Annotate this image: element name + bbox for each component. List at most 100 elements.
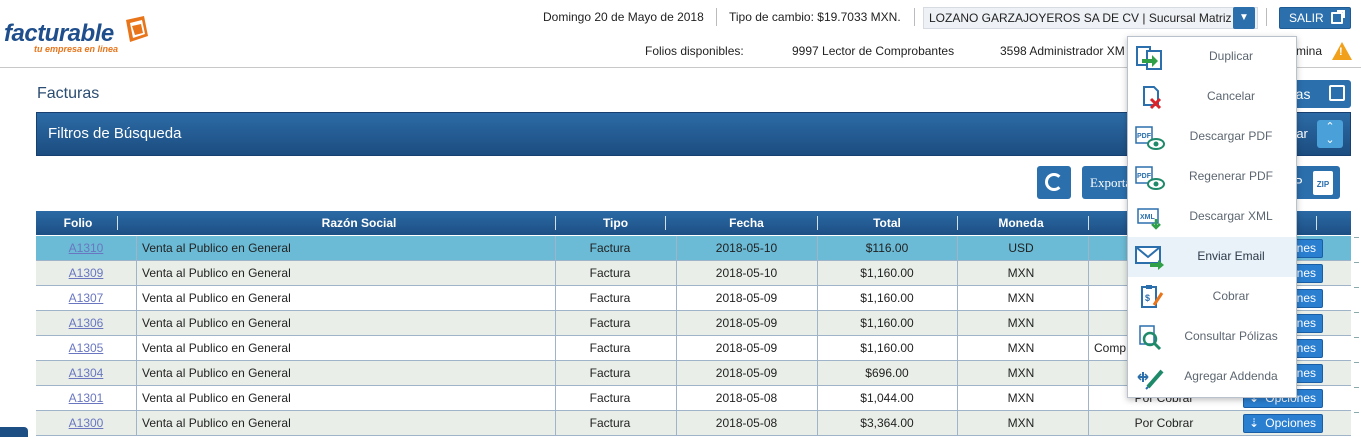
logo-tagline: tu empresa en linea: [34, 44, 119, 54]
nomina-folios-count: mina: [1296, 44, 1323, 58]
cell-fecha: 2018-05-08: [715, 416, 778, 430]
cell-fecha: 2018-05-09: [715, 366, 778, 380]
column-header-folio[interactable]: Folio: [36, 211, 120, 235]
column-divider: [555, 386, 556, 410]
folio-link[interactable]: A1310: [69, 241, 104, 255]
bottom-corner-tab[interactable]: [0, 427, 28, 437]
column-divider: [817, 261, 818, 285]
cell-total: $696.00: [865, 366, 909, 380]
chevron-up-down-icon: ⌃ ⌄: [1325, 121, 1335, 146]
cell-total: $1,160.00: [860, 291, 914, 305]
table-row[interactable]: A1300 Venta al Publico en General Factura 2…: [36, 411, 1351, 436]
column-divider: [1088, 311, 1089, 335]
row-options-menu: Duplicar Cancelar PDF Descargar PDF PDF …: [1127, 36, 1297, 398]
column-divider: [817, 311, 818, 335]
column-divider: [817, 411, 818, 435]
svg-text:$: $: [1145, 293, 1150, 303]
cell-fecha: 2018-05-09: [715, 316, 778, 330]
logo[interactable]: facturable tu empresa en linea: [4, 14, 154, 58]
cell-total: $1,044.00: [860, 391, 914, 405]
column-divider: [957, 236, 958, 260]
header-divider: [1266, 8, 1267, 26]
cell-total: $1,160.00: [860, 316, 914, 330]
caret-down-icon: ▼: [1239, 12, 1249, 23]
cell-folio: A1306: [36, 311, 136, 335]
folio-link[interactable]: A1306: [69, 316, 104, 330]
filters-toggle-button[interactable]: ⌃ ⌄: [1317, 120, 1343, 148]
column-divider: [1316, 216, 1317, 230]
menu-item-regenerar-pdf[interactable]: PDF Regenerar PDF: [1128, 157, 1296, 197]
column-header-fecha[interactable]: Fecha: [676, 211, 817, 235]
xml-download-icon: XML: [1137, 208, 1161, 230]
column-divider: [957, 361, 958, 385]
menu-item-agregar-addenda[interactable]: Agregar Addenda: [1128, 357, 1296, 397]
column-divider: [136, 336, 137, 360]
menu-item-label: Consultar Pólizas: [1184, 329, 1278, 343]
folio-link[interactable]: A1307: [69, 291, 104, 305]
column-header-tipo[interactable]: Tipo: [555, 211, 676, 235]
cell-folio: A1300: [36, 411, 136, 435]
column-divider: [117, 216, 118, 230]
column-divider: [136, 261, 137, 285]
folio-link[interactable]: A1305: [69, 341, 104, 355]
menu-item-descargar-xml[interactable]: XML Descargar XML: [1128, 197, 1296, 237]
menu-item-consultar-polizas[interactable]: Consultar Pólizas: [1128, 317, 1296, 357]
cell-total: $116.00: [865, 241, 909, 255]
column-divider: [136, 236, 137, 260]
column-divider: [136, 386, 137, 410]
menu-item-enviar-email[interactable]: Enviar Email: [1128, 237, 1296, 277]
options-button[interactable]: ⇣ Opciones: [1243, 414, 1323, 433]
cell-tipo: Factura: [589, 416, 631, 430]
cell-total: $1,160.00: [860, 266, 914, 280]
cell-moneda: MXN: [1007, 366, 1035, 380]
column-header-total[interactable]: Total: [817, 211, 957, 235]
cell-tipo: Factura: [589, 266, 631, 280]
column-divider: [136, 311, 137, 335]
logout-button[interactable]: SALIR: [1279, 7, 1351, 29]
company-selector[interactable]: LOZANO GARZAJOYEROS SA DE CV | Sucursal …: [923, 7, 1258, 29]
cell-moneda: USD: [1008, 241, 1034, 255]
refresh-icon: [1045, 173, 1063, 191]
menu-item-label: Duplicar: [1208, 49, 1253, 63]
column-divider: [676, 286, 677, 310]
column-divider: [817, 336, 818, 360]
company-dropdown-button[interactable]: ▼: [1233, 7, 1255, 29]
column-header-moneda[interactable]: Moneda: [957, 211, 1085, 235]
cell-tipo: Factura: [589, 366, 631, 380]
cell-razon-social: Venta al Publico en General: [142, 416, 291, 430]
cell-razon-social: Venta al Publico en General: [142, 241, 291, 255]
folios-label: Folios disponibles:: [645, 44, 744, 58]
column-divider: [676, 411, 677, 435]
menu-item-descargar-pdf[interactable]: PDF Descargar PDF: [1128, 117, 1296, 157]
column-divider: [1088, 386, 1089, 410]
column-divider: [676, 336, 677, 360]
cell-razon-social: Venta al Publico en General: [142, 266, 291, 280]
exchange-rate: Tipo de cambio: $19.7033 MXN.: [729, 10, 901, 24]
email-send-icon: [1135, 246, 1164, 270]
column-divider: [1088, 361, 1089, 385]
collect-icon: $: [1141, 285, 1164, 308]
folio-link[interactable]: A1300: [69, 416, 104, 430]
arrow-down-icon: ⇣: [1249, 416, 1260, 430]
cell-folio: A1301: [36, 386, 136, 410]
cell-folio: A1310: [36, 236, 136, 260]
search-policy-icon: [1139, 325, 1162, 351]
column-divider: [817, 361, 818, 385]
column-divider: [676, 311, 677, 335]
column-divider: [136, 286, 137, 310]
menu-item-cobrar[interactable]: $ Cobrar: [1128, 277, 1296, 317]
column-header-razon-social[interactable]: Razón Social: [136, 211, 582, 235]
refresh-button[interactable]: [1037, 166, 1071, 199]
cell-folio: A1307: [36, 286, 136, 310]
folio-link[interactable]: A1301: [69, 391, 104, 405]
menu-item-label: Regenerar PDF: [1188, 169, 1274, 183]
folio-link[interactable]: A1309: [69, 266, 104, 280]
export-button[interactable]: Exportar: [1082, 166, 1130, 199]
menu-item-label: Agregar Addenda: [1184, 369, 1278, 383]
column-divider: [1088, 236, 1089, 260]
folio-link[interactable]: A1304: [69, 366, 104, 380]
lector-folios-count: 9997 Lector de Comprobantes: [792, 44, 955, 58]
menu-item-cancelar[interactable]: Cancelar: [1128, 77, 1296, 117]
cancel-icon: [1143, 86, 1162, 110]
menu-item-duplicar[interactable]: Duplicar: [1128, 37, 1296, 77]
